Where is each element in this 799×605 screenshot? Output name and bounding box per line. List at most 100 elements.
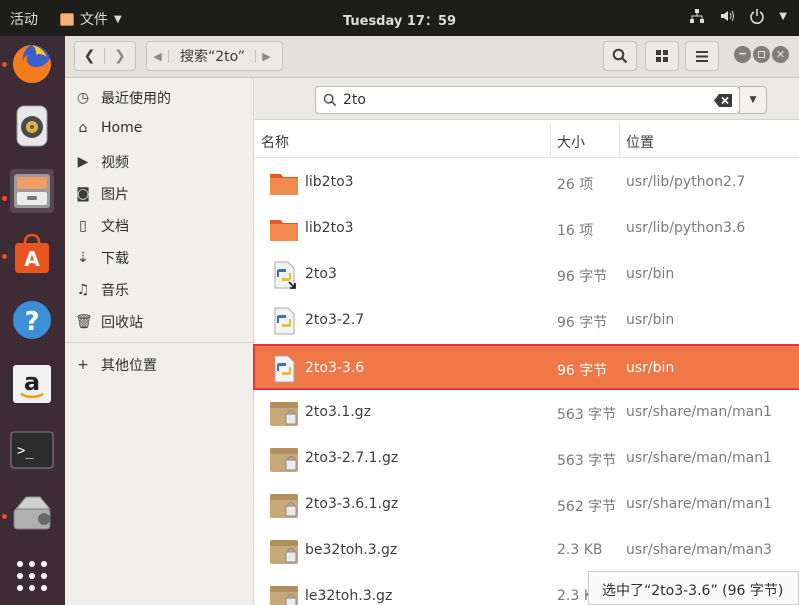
file-size: 562 字节 xyxy=(557,499,617,515)
file-size: 16 项 xyxy=(557,223,594,239)
forward-button[interactable]: ❯ xyxy=(105,48,135,64)
column-header-location[interactable]: 位置 xyxy=(626,132,654,152)
column-header-size[interactable]: 大小 xyxy=(557,132,585,152)
download-icon: ⇣ xyxy=(77,250,89,266)
minimize-icon: ━ xyxy=(739,49,746,60)
file-cabinet-icon xyxy=(14,174,50,208)
column-header-name[interactable]: 名称 xyxy=(261,132,289,152)
svg-text:A: A xyxy=(24,247,40,271)
close-icon: ✕ xyxy=(775,48,786,61)
view-toggle-button[interactable] xyxy=(645,41,679,71)
svg-text:a: a xyxy=(24,368,40,396)
file-row[interactable]: 2to3-2.7.1.gz 563 字节 usr/share/man/man1 xyxy=(255,436,799,482)
sidebar-item-downloads[interactable]: ⇣ 下载 xyxy=(75,248,129,268)
sidebar: ◷ 最近使用的 ⌂ Home ▶ 视频 ◙ 图片 ▯ 文档 ⇣ 下载 ♫ 音乐 🗑 回收站 + 其… xyxy=(65,78,254,605)
file-row[interactable]: 2to3 96 字节 usr/bin xyxy=(255,252,799,298)
file-name: 2to3 xyxy=(305,266,337,282)
file-size: 96 字节 xyxy=(557,363,608,379)
minimize-button[interactable]: ━ xyxy=(734,46,751,63)
installer-launcher[interactable] xyxy=(10,493,54,537)
chevron-right-icon[interactable]: ▶ xyxy=(254,49,277,63)
file-row[interactable]: 2to3.1.gz 563 字节 usr/share/man/man1 xyxy=(255,390,799,436)
search-input[interactable]: 2to xyxy=(315,86,740,114)
file-size: 2.3 KB xyxy=(557,542,603,558)
sidebar-item-music[interactable]: ♫ 音乐 xyxy=(75,280,129,300)
sidebar-item-other-locations[interactable]: + 其他位置 xyxy=(75,355,157,375)
amazon-launcher[interactable]: a xyxy=(10,362,54,406)
sidebar-divider xyxy=(65,342,253,343)
volume-icon xyxy=(721,10,735,22)
sidebar-item-label: 下载 xyxy=(101,251,129,267)
terminal-launcher[interactable]: >_ xyxy=(10,428,54,472)
file-row[interactable]: be32toh.3.gz 2.3 KB usr/share/man/man3 xyxy=(255,528,799,574)
close-button[interactable]: ✕ xyxy=(772,46,789,63)
firefox-launcher[interactable] xyxy=(10,42,54,86)
python-script-icon xyxy=(269,354,299,384)
back-button[interactable]: ❮ xyxy=(75,48,106,64)
film-icon: ▶ xyxy=(77,154,89,170)
file-location: usr/share/man/man1 xyxy=(626,404,772,420)
running-indicator xyxy=(2,514,7,519)
home-icon: ⌂ xyxy=(78,120,88,136)
power-icon xyxy=(750,9,765,24)
amazon-icon: a xyxy=(13,365,51,403)
sidebar-item-videos[interactable]: ▶ 视频 xyxy=(75,152,129,172)
file-row[interactable]: 2to3-2.7 96 字节 usr/bin xyxy=(255,298,799,344)
chevron-down-icon: ▼ xyxy=(749,95,757,105)
sidebar-item-label: 文档 xyxy=(101,219,129,235)
folder-icon xyxy=(269,214,299,244)
show-applications-button[interactable] xyxy=(10,554,54,598)
menu-button[interactable] xyxy=(685,41,719,71)
terminal-icon: >_ xyxy=(10,431,54,469)
software-center-launcher[interactable]: A xyxy=(10,232,54,276)
sidebar-item-documents[interactable]: ▯ 文档 xyxy=(75,216,129,236)
svg-text:>_: >_ xyxy=(17,443,34,459)
file-row[interactable]: lib2to3 26 项 usr/lib/python2.7 xyxy=(255,160,799,206)
maximize-icon xyxy=(758,51,765,58)
column-headers: 名称 大小 位置 xyxy=(255,123,799,158)
sidebar-item-home[interactable]: ⌂ Home xyxy=(75,120,143,136)
location-bar[interactable]: ◀ 搜索“2to” ▶ xyxy=(146,41,283,71)
running-indicator xyxy=(2,62,7,67)
camera-icon: ◙ xyxy=(76,186,90,202)
header-bar: ❮ ❯ ◀ 搜索“2to” ▶ ━ ✕ xyxy=(65,36,799,78)
clock-icon: ◷ xyxy=(76,90,90,106)
search-bar: 2to ▼ xyxy=(255,78,799,120)
sidebar-item-trash[interactable]: 🗑 回收站 xyxy=(75,312,143,332)
sidebar-item-pictures[interactable]: ◙ 图片 xyxy=(75,184,129,204)
sidebar-item-recent[interactable]: ◷ 最近使用的 xyxy=(75,88,171,108)
folder-icon xyxy=(269,168,299,198)
help-launcher[interactable]: ? xyxy=(10,298,54,342)
search-options-dropdown[interactable]: ▼ xyxy=(739,86,767,114)
desktop: 活动 文件 ▼ Tuesday 17：59 ▼ A ? a >_ ❮ ❯ ◀ 搜… xyxy=(0,0,799,605)
file-size: 26 项 xyxy=(557,177,594,193)
search-button[interactable] xyxy=(603,41,637,71)
firefox-icon xyxy=(12,44,51,83)
chevron-left-icon[interactable]: ◀ xyxy=(147,49,169,63)
sidebar-item-label: 视频 xyxy=(101,155,129,171)
file-name: 2to3.1.gz xyxy=(305,404,371,420)
sidebar-item-label: 音乐 xyxy=(101,283,129,299)
archive-icon xyxy=(269,582,299,605)
python-script-icon xyxy=(269,306,299,336)
files-launcher[interactable] xyxy=(10,169,54,213)
rhythmbox-launcher[interactable] xyxy=(10,104,54,148)
archive-icon xyxy=(269,398,299,428)
file-location: usr/bin xyxy=(626,312,675,328)
maximize-button[interactable] xyxy=(753,46,770,63)
nav-buttons: ❮ ❯ xyxy=(74,41,136,71)
music-icon: ♫ xyxy=(76,282,90,298)
column-divider xyxy=(550,123,551,158)
system-tray[interactable]: ▼ xyxy=(689,8,787,24)
file-location: usr/share/man/man1 xyxy=(626,496,772,512)
clear-search-icon[interactable] xyxy=(714,94,732,107)
file-name: 2to3-3.6 xyxy=(305,360,365,376)
file-row[interactable]: lib2to3 16 项 usr/lib/python3.6 xyxy=(255,206,799,252)
file-name: 2to3-2.7.1.gz xyxy=(305,450,399,466)
file-row[interactable]: 2to3-3.6 96 字节 usr/bin xyxy=(253,344,799,390)
file-row[interactable]: 2to3-3.6.1.gz 562 字节 usr/share/man/man1 xyxy=(255,482,799,528)
file-location: usr/bin xyxy=(626,266,675,282)
archive-icon xyxy=(269,444,299,474)
clock[interactable]: Tuesday 17：59 xyxy=(0,10,799,29)
hamburger-icon xyxy=(696,50,708,62)
